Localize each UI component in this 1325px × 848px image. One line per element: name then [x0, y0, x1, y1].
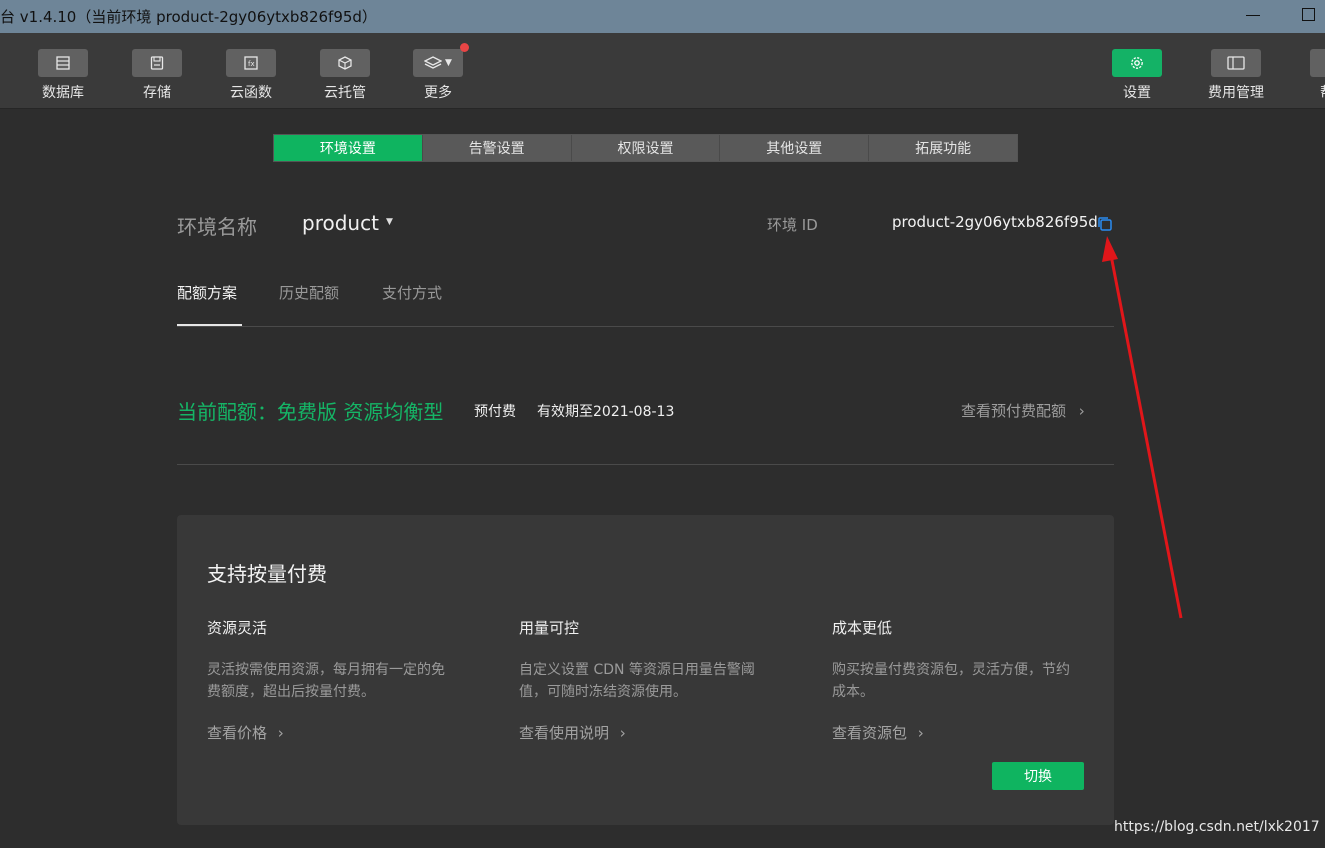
link-text: 查看使用说明 — [519, 724, 610, 742]
toolbar-database-button[interactable]: 数据库 — [23, 49, 103, 102]
toolbar-label: 云托管 — [324, 85, 366, 101]
divider — [177, 464, 1114, 465]
link-text: 查看预付费配额 — [961, 402, 1067, 420]
storage-icon — [132, 49, 182, 77]
env-name-select[interactable]: product — [302, 211, 379, 235]
subtab-quota-plan[interactable]: 配额方案 — [177, 282, 237, 303]
feature-column: 资源灵活 灵活按需使用资源，每月拥有一定的免费额度，超出后按量付费。 查看价格 … — [207, 617, 477, 742]
watermark: https://blog.csdn.net/lxk2017 — [1114, 819, 1320, 835]
view-usage-guide-link[interactable]: 查看使用说明 › — [519, 722, 626, 743]
feature-desc: 购买按量付费资源包，灵活方便，节约成本。 — [832, 662, 1070, 700]
view-resource-pack-link[interactable]: 查看资源包 › — [832, 722, 924, 743]
toolbar-cloud-hosting-button[interactable]: 云托管 — [305, 49, 385, 102]
view-price-link[interactable]: 查看价格 › — [207, 722, 284, 743]
card-title: 支持按量付费 — [207, 562, 327, 586]
title-bar: 台 v1.4.10（当前环境 product-2gy06ytxb826f95d） — [0, 0, 1325, 33]
quota-subtabs: 配额方案 历史配额 支付方式 — [177, 282, 1114, 327]
tab-env-settings[interactable]: 环境设置 — [274, 135, 423, 161]
svg-text:fx: fx — [248, 60, 255, 68]
chevron-down-icon: ▼ — [445, 58, 452, 68]
valid-until: 有效期至2021-08-13 — [537, 404, 675, 420]
chevron-right-icon: › — [1078, 402, 1085, 420]
copy-icon[interactable] — [1097, 216, 1113, 232]
maximize-button[interactable] — [1302, 8, 1315, 21]
env-name-label: 环境名称 — [177, 215, 257, 239]
toolbar-billing-button[interactable]: 费用管理 — [1196, 49, 1276, 102]
feature-desc: 灵活按需使用资源，每月拥有一定的免费额度，超出后按量付费。 — [207, 662, 445, 700]
toolbar: 数据库 存储 fx 云函数 云托管 ▼ 更多 设置 费用管理 — [0, 33, 1325, 109]
function-icon: fx — [226, 49, 276, 77]
toolbar-help-button[interactable]: 帮 — [1295, 49, 1325, 102]
pay-type: 预付费 — [474, 404, 516, 420]
chevron-right-icon: › — [277, 724, 284, 742]
toolbar-label: 数据库 — [42, 85, 84, 101]
toolbar-label: 帮 — [1295, 82, 1325, 102]
env-id-value: product-2gy06ytxb826f95d — [892, 213, 1098, 231]
gear-icon — [1112, 49, 1162, 77]
tab-other-settings[interactable]: 其他设置 — [720, 135, 870, 161]
view-prepaid-quota-link[interactable]: 查看预付费配额 › — [961, 400, 1085, 421]
help-icon — [1310, 49, 1325, 77]
window-title: 台 v1.4.10（当前环境 product-2gy06ytxb826f95d） — [0, 8, 377, 26]
settings-tabs: 环境设置 告警设置 权限设置 其他设置 拓展功能 — [273, 134, 1018, 162]
current-quota-row: 当前配额：免费版 资源均衡型 预付费 有效期至2021-08-13 — [177, 396, 674, 425]
active-tab-indicator — [177, 324, 242, 326]
pay-as-you-go-card: 支持按量付费 资源灵活 灵活按需使用资源，每月拥有一定的免费额度，超出后按量付费… — [177, 515, 1114, 825]
cloud-hosting-icon — [320, 49, 370, 77]
tab-extensions[interactable]: 拓展功能 — [869, 135, 1017, 161]
subtab-quota-history[interactable]: 历史配额 — [279, 282, 339, 303]
database-icon — [38, 49, 88, 77]
toolbar-storage-button[interactable]: 存储 — [117, 49, 197, 102]
toolbar-label: 存储 — [143, 85, 171, 101]
chevron-right-icon: › — [917, 724, 924, 742]
chevron-right-icon: › — [619, 724, 626, 742]
switch-button[interactable]: 切换 — [992, 762, 1084, 790]
toolbar-function-button[interactable]: fx 云函数 — [211, 49, 291, 102]
feature-title: 用量可控 — [519, 619, 580, 637]
feature-desc: 自定义设置 CDN 等资源日用量告警阈值，可随时冻结资源使用。 — [519, 662, 755, 700]
layers-icon: ▼ — [413, 43, 469, 77]
link-text: 查看价格 — [207, 724, 268, 742]
toolbar-settings-button[interactable]: 设置 — [1097, 49, 1177, 102]
feature-column: 用量可控 自定义设置 CDN 等资源日用量告警阈值，可随时冻结资源使用。 查看使… — [519, 617, 789, 742]
notification-dot — [460, 43, 469, 52]
caret-down-icon[interactable]: ▼ — [386, 217, 393, 227]
link-text: 查看资源包 — [832, 724, 908, 742]
toolbar-more-button[interactable]: ▼ 更多 — [398, 43, 478, 102]
toolbar-label: 更多 — [424, 85, 452, 101]
feature-title: 资源灵活 — [207, 619, 268, 637]
tab-permission-settings[interactable]: 权限设置 — [571, 135, 721, 161]
billing-icon — [1211, 49, 1261, 77]
current-quota-text: 当前配额：免费版 资源均衡型 — [177, 400, 444, 424]
subtab-payment-method[interactable]: 支付方式 — [382, 282, 442, 303]
toolbar-label: 费用管理 — [1208, 85, 1264, 101]
tab-alert-settings[interactable]: 告警设置 — [422, 135, 572, 161]
env-id-label: 环境 ID — [767, 216, 818, 234]
feature-title: 成本更低 — [832, 619, 893, 637]
minimize-button[interactable] — [1246, 7, 1260, 23]
toolbar-label: 设置 — [1123, 85, 1151, 101]
toolbar-label: 云函数 — [230, 85, 272, 101]
feature-column: 成本更低 购买按量付费资源包，灵活方便，节约成本。 查看资源包 › — [832, 617, 1102, 742]
